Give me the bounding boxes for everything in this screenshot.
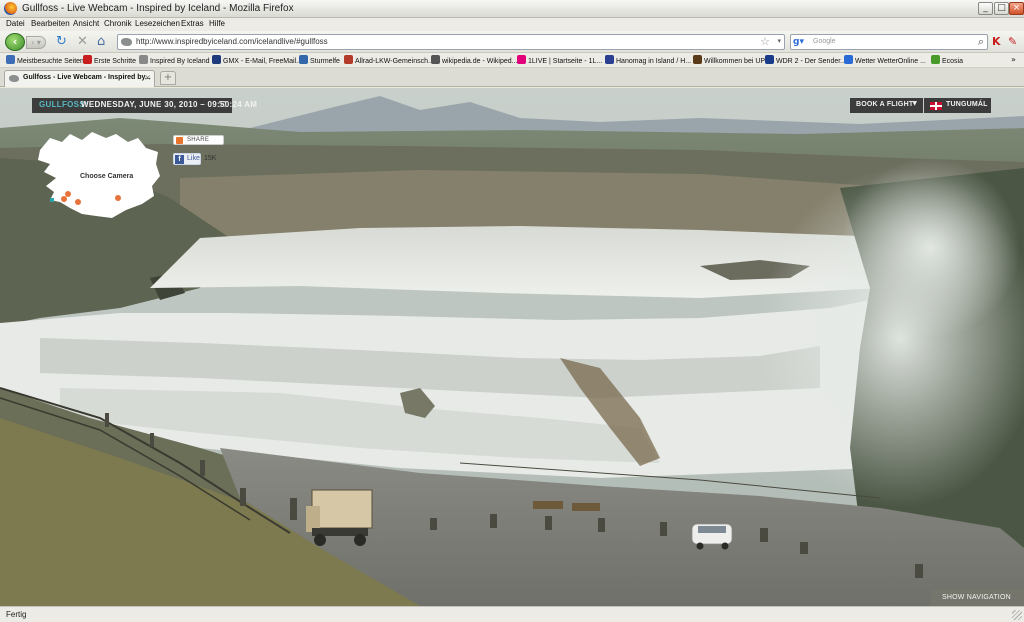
webcam-page: GULLFOSS: WEDNESDAY, JUNE 30, 2010 – 09:… [0, 88, 1024, 606]
bookmark-star-icon[interactable]: ☆ [760, 35, 770, 48]
bookmark-icon [299, 55, 308, 64]
tab-favicon [9, 75, 19, 82]
bookmark-icon [344, 55, 353, 64]
home-icon[interactable]: ⌂ [97, 34, 112, 49]
navigation-toolbar: ‹ › ▾ ↻ ✕ ⌂ http://www.inspiredbyiceland… [0, 31, 1024, 53]
title-bar: Gullfoss - Live Webcam - Inspired by Ice… [0, 0, 1024, 18]
tab-close-icon[interactable]: × [144, 73, 151, 82]
bookmark-item[interactable]: Wetter WetterOnline ... [844, 55, 926, 66]
bookmark-item[interactable]: Meistbesuchte Seiten [6, 55, 84, 66]
menu-bar: Datei Bearbeiten Ansicht Chronik Lesezei… [0, 18, 1024, 31]
menu-hilfe[interactable]: Hilfe [209, 19, 225, 28]
bookmark-item[interactable]: Inspired By Iceland [139, 55, 210, 66]
fullscreen-icon[interactable]: ⤧ [219, 100, 226, 110]
bookmark-item[interactable]: WDR 2 - Der Sender... [765, 55, 846, 66]
addon-tool-icon[interactable]: ✎ [1008, 36, 1020, 48]
camera-info-bar: GULLFOSS: WEDNESDAY, JUNE 30, 2010 – 09:… [32, 98, 257, 113]
close-window-button[interactable]: × [1009, 2, 1024, 15]
like-label: Like [187, 155, 200, 162]
bookmarks-overflow-icon[interactable]: » [1011, 55, 1016, 64]
book-flight-button[interactable]: BOOK A FLIGHT ▼ [850, 98, 923, 113]
bookmark-icon [931, 55, 940, 64]
stop-icon[interactable]: ✕ [77, 35, 91, 49]
bookmark-icon [212, 55, 221, 64]
bookmark-item[interactable]: wikipedia.de - Wikiped... [431, 55, 517, 66]
facebook-icon: f [175, 155, 184, 164]
addon-k-icon[interactable]: K [992, 36, 1004, 48]
menu-chronik[interactable]: Chronik [104, 19, 132, 28]
maximize-button[interactable]: □ [994, 2, 1009, 15]
bookmark-icon [139, 55, 148, 64]
url-history-dropdown-icon[interactable]: ▾ [777, 37, 781, 45]
bookmark-icon [83, 55, 92, 64]
book-flight-label: BOOK A FLIGHT [856, 101, 914, 108]
search-icon[interactable]: ⌕ [978, 35, 984, 49]
camera-datetime: WEDNESDAY, JUNE 30, 2010 – 09:50:24 AM [81, 100, 258, 109]
show-navigation-button[interactable]: SHOW NAVIGATION [930, 590, 1024, 606]
resize-grip-icon[interactable] [1012, 610, 1022, 620]
search-box[interactable]: g▾ Google ⌕ [790, 34, 988, 50]
share-label: SHARE [187, 137, 210, 143]
chevron-down-icon: ▼ [912, 100, 917, 107]
url-bar[interactable]: http://www.inspiredbyiceland.com/iceland… [117, 34, 785, 50]
language-label: TUNGUMÁL [946, 101, 988, 108]
uk-flag-icon [930, 102, 942, 110]
forward-button[interactable]: › ▾ [26, 36, 46, 49]
new-tab-button[interactable]: + [160, 71, 176, 85]
back-button[interactable]: ‹ [5, 33, 25, 51]
bookmark-item[interactable]: Hanomag in Island / H... [605, 55, 691, 66]
menu-lesezeichen[interactable]: Lesezeichen [135, 19, 180, 28]
bookmark-item[interactable]: 1LIVE | Startseite - 1L... [517, 55, 602, 66]
firefox-icon [4, 2, 17, 15]
status-bar: Fertig [0, 606, 1024, 622]
menu-ansicht[interactable]: Ansicht [73, 19, 99, 28]
menu-bearbeiten[interactable]: Bearbeiten [31, 19, 70, 28]
menu-extras[interactable]: Extras [181, 19, 204, 28]
choose-camera-label[interactable]: Choose Camera [80, 173, 133, 180]
tab-label: Gullfoss - Live Webcam - Inspired by... [23, 74, 151, 81]
like-count: 15K [204, 155, 217, 162]
menu-datei[interactable]: Datei [6, 19, 25, 28]
status-text: Fertig [6, 610, 27, 619]
window-title: Gullfoss - Live Webcam - Inspired by Ice… [22, 3, 294, 14]
bookmarks-toolbar: Meistbesuchte Seiten Erste Schritte Insp… [0, 53, 1024, 68]
show-navigation-label: SHOW NAVIGATION [942, 594, 1011, 601]
bookmark-icon [765, 55, 774, 64]
bookmark-icon [844, 55, 853, 64]
language-button[interactable]: TUNGUMÁL [924, 98, 991, 113]
google-icon[interactable]: g▾ [793, 37, 805, 48]
facebook-like-button[interactable]: f Like [173, 153, 201, 165]
bookmark-item[interactable]: Sturmelfe [299, 55, 340, 66]
url-text[interactable]: http://www.inspiredbyiceland.com/iceland… [136, 37, 328, 46]
search-placeholder: Google [813, 38, 836, 45]
bookmark-item[interactable]: Ecosia [931, 55, 963, 66]
minimize-button[interactable]: _ [978, 2, 993, 15]
bookmark-item[interactable]: GMX - E-Mail, FreeMail... [212, 55, 302, 66]
bookmark-icon [517, 55, 526, 64]
tab-gullfoss[interactable]: Gullfoss - Live Webcam - Inspired by... … [4, 70, 155, 87]
camera-map[interactable]: Choose Camera [30, 128, 165, 220]
tab-bar: Gullfoss - Live Webcam - Inspired by... … [0, 68, 1024, 87]
reload-icon[interactable]: ↻ [56, 35, 70, 49]
bookmark-icon [605, 55, 614, 64]
bookmark-icon [6, 55, 15, 64]
bookmark-icon [431, 55, 440, 64]
site-favicon [121, 38, 132, 46]
bookmark-item[interactable]: Willkommen bei UPS [693, 55, 770, 66]
share-button[interactable]: SHARE [173, 135, 224, 145]
share-icon [176, 137, 183, 144]
bookmark-item[interactable]: Allrad-LKW-Gemeinsch... [344, 55, 434, 66]
browser-window: Gullfoss - Live Webcam - Inspired by Ice… [0, 0, 1024, 622]
bookmark-item[interactable]: Erste Schritte [83, 55, 136, 66]
bookmark-icon [693, 55, 702, 64]
